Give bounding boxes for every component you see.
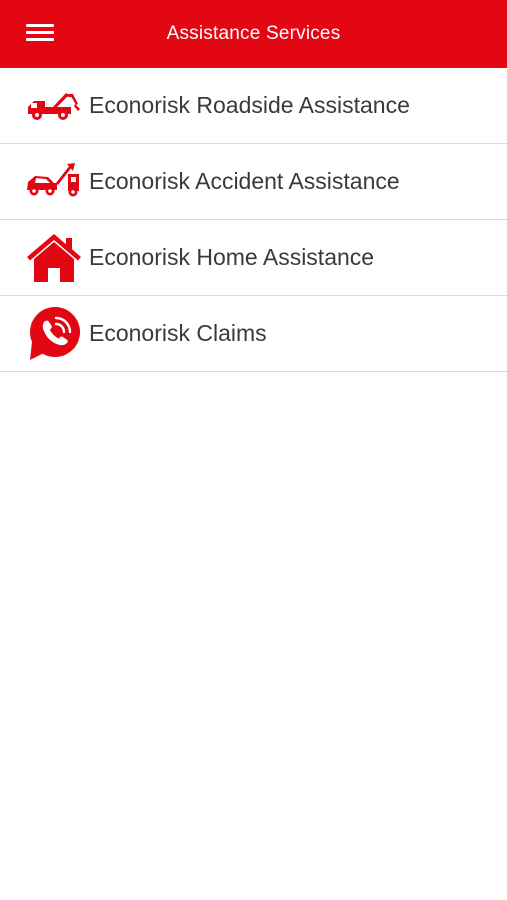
service-item-label: Econorisk Claims <box>89 320 267 346</box>
menu-bar <box>26 24 54 27</box>
app-screen: Assistance Services Econorisk Roadside A… <box>0 0 507 900</box>
tow-truck-icon <box>26 78 82 134</box>
house-icon <box>26 230 82 286</box>
menu-bar <box>26 31 54 34</box>
service-item-roadside-assistance[interactable]: Econorisk Roadside Assistance <box>0 68 507 144</box>
service-item-label: Econorisk Home Assistance <box>89 244 375 270</box>
service-item-home-assistance[interactable]: Econorisk Home Assistance <box>0 220 507 296</box>
service-item-accident-assistance[interactable]: Econorisk Accident Assistance <box>0 144 507 220</box>
page-title: Assistance Services <box>166 23 341 44</box>
service-item-label: Econorisk Accident Assistance <box>89 168 400 194</box>
menu-bar <box>26 38 54 41</box>
phone-chat-bubble-icon <box>26 306 82 362</box>
car-accident-tow-icon <box>26 154 82 210</box>
services-list: Econorisk Roadside Assistance Econorisk … <box>0 68 507 372</box>
app-header: Assistance Services <box>0 0 507 68</box>
hamburger-menu-icon[interactable] <box>26 22 54 44</box>
service-item-claims[interactable]: Econorisk Claims <box>0 296 507 372</box>
service-item-label: Econorisk Roadside Assistance <box>89 92 410 118</box>
